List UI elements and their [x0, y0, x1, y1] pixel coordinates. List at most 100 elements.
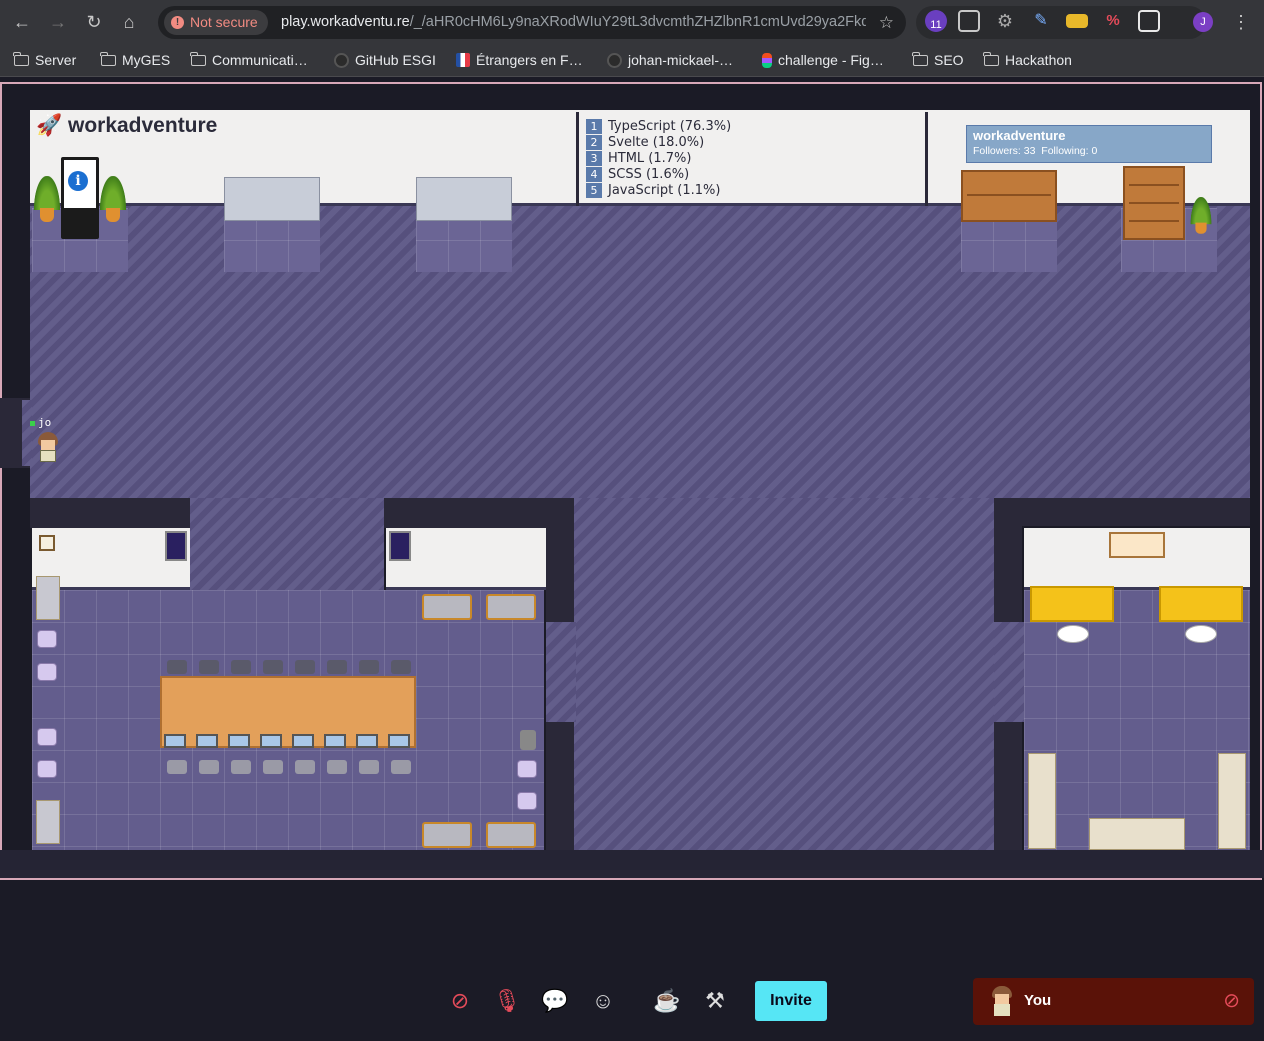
- door-floor: [994, 622, 1024, 722]
- wall-block: [546, 498, 574, 622]
- bookmark-label: MyGES: [122, 52, 171, 68]
- cream-shelf: [1089, 818, 1185, 850]
- sofa: [486, 594, 536, 620]
- home-icon[interactable]: ⌂: [115, 8, 143, 36]
- reader-extension-icon[interactable]: [958, 10, 980, 32]
- bookmark-star-icon[interactable]: ☆: [879, 6, 894, 39]
- info-kiosk[interactable]: i: [61, 157, 99, 239]
- wall-divider: [925, 112, 928, 206]
- camera-off-icon[interactable]: ⊘: [443, 984, 477, 1018]
- reload-icon[interactable]: ↻: [80, 8, 108, 36]
- sofa: [486, 822, 536, 848]
- sofa-yellow: [1030, 586, 1114, 622]
- monitor: [324, 734, 346, 748]
- followers-count: Followers: 33: [973, 145, 1036, 157]
- bookmark-seo[interactable]: SEO: [912, 45, 964, 75]
- self-video-card[interactable]: You ⊘: [973, 978, 1254, 1025]
- player-avatar[interactable]: [36, 432, 60, 464]
- security-chip[interactable]: ! Not secure: [164, 10, 268, 35]
- bookmark-label: Étrangers en F…: [476, 52, 583, 68]
- monitor: [228, 734, 250, 748]
- language-label: Svelte (18.0%): [608, 135, 705, 150]
- chat-icon[interactable]: 💬: [538, 984, 572, 1018]
- language-label: JavaScript (1.1%): [608, 183, 721, 198]
- microphone-off-icon[interactable]: 🎙: [490, 984, 524, 1018]
- chair: [37, 630, 57, 648]
- office-chair: [231, 660, 251, 674]
- bookmark-github-esgi[interactable]: GitHub ESGI: [334, 45, 436, 75]
- language-rank: 3: [586, 151, 602, 166]
- profile-avatar[interactable]: J: [1193, 12, 1213, 32]
- office-chair: [327, 760, 347, 774]
- language-item: 2 Svelte (18.0%): [586, 135, 731, 151]
- folder-icon: [13, 51, 29, 66]
- office-chair: [167, 660, 187, 674]
- clock-icon: [39, 535, 55, 551]
- folder-icon: [100, 51, 116, 66]
- kebab-menu-icon[interactable]: ⋮: [1232, 9, 1250, 35]
- bookmark-figma[interactable]: challenge - Fig…: [762, 45, 884, 75]
- language-rank: 2: [586, 135, 602, 150]
- coffee-break-icon[interactable]: ☕: [650, 984, 684, 1018]
- gear-extension-icon[interactable]: ⚙: [994, 10, 1016, 32]
- language-label: HTML (1.7%): [608, 151, 692, 166]
- player-name: jo: [38, 416, 52, 429]
- bookshelf-tall: [1123, 166, 1185, 240]
- monitor: [388, 734, 410, 748]
- pen-extension-icon[interactable]: ✎: [1030, 10, 1052, 32]
- game-map[interactable]: 🚀 workadventure 1 TypeScript (76.3%) 2 Sve…: [0, 78, 1264, 958]
- bookmark-etrangers[interactable]: Étrangers en F…: [456, 45, 583, 75]
- bookmark-johan[interactable]: johan-mickael-…: [607, 45, 733, 75]
- url-path: /_/aHR0cHM6Ly9naXRodWIuY29tL3dvcmthZHZlb…: [409, 14, 866, 30]
- avatar: [989, 986, 1015, 1016]
- info-icon: i: [68, 171, 88, 191]
- warning-icon: !: [171, 16, 184, 29]
- hammer-build-icon[interactable]: ⚒: [698, 984, 732, 1018]
- forward-icon[interactable]: →: [44, 8, 72, 36]
- office-chair: [391, 660, 411, 674]
- extension-badge-count: 11: [930, 19, 942, 31]
- browser-toolbar: ← → ↻ ⌂ ! Not secure play.workadventu.re…: [0, 0, 1264, 45]
- office-chair: [391, 760, 411, 774]
- office-chair: [295, 760, 315, 774]
- chair: [517, 792, 537, 810]
- extension-badge-icon[interactable]: 11: [925, 10, 947, 32]
- office-chair: [167, 760, 187, 774]
- round-table: [1057, 625, 1089, 643]
- bookmark-hackathon[interactable]: Hackathon: [983, 45, 1072, 75]
- notes-extension-icon[interactable]: [1066, 14, 1088, 28]
- folder-icon: [190, 51, 206, 66]
- workadventure-logo: 🚀 workadventure: [36, 114, 218, 137]
- cabinet: [36, 800, 60, 844]
- poster: [389, 531, 411, 561]
- bookmark-myges[interactable]: MyGES: [100, 45, 171, 75]
- poster: [165, 531, 187, 561]
- action-bar: ⊘ 🎙 💬 ☺ ☕ ⚒ Invite You ⊘: [0, 958, 1264, 1041]
- plant-icon: [34, 176, 60, 226]
- cream-shelf: [1028, 753, 1056, 849]
- monitor: [356, 734, 378, 748]
- invite-button[interactable]: Invite: [755, 981, 827, 1021]
- sofa: [422, 822, 472, 848]
- round-table: [1185, 625, 1217, 643]
- door-floor: [546, 622, 576, 722]
- emoji-icon[interactable]: ☺: [586, 984, 620, 1018]
- online-status-icon: [30, 420, 35, 426]
- office-chair: [231, 760, 251, 774]
- puzzle-extensions-icon[interactable]: [1138, 10, 1160, 32]
- wall-block: [994, 722, 1022, 850]
- desk-computer: [416, 177, 512, 221]
- bookshelf-low: [961, 170, 1057, 222]
- language-item: 4 SCSS (1.6%): [586, 167, 731, 183]
- bookmark-server[interactable]: Server: [13, 45, 76, 75]
- back-icon[interactable]: ←: [8, 8, 36, 36]
- url-text[interactable]: play.workadventu.re/_/aHR0cHM6Ly9naXRodW…: [281, 6, 866, 39]
- hundred-extension-icon[interactable]: %: [1102, 10, 1124, 32]
- figma-icon: [762, 52, 772, 68]
- logo-text: workadventure: [67, 114, 218, 137]
- corridor-floor: [190, 498, 384, 590]
- wall-block: [994, 498, 1250, 526]
- bookmark-communication[interactable]: Communicati…: [190, 45, 308, 75]
- bookmark-label: Communicati…: [212, 52, 308, 68]
- address-bar[interactable]: ! Not secure play.workadventu.re/_/aHR0c…: [158, 6, 906, 39]
